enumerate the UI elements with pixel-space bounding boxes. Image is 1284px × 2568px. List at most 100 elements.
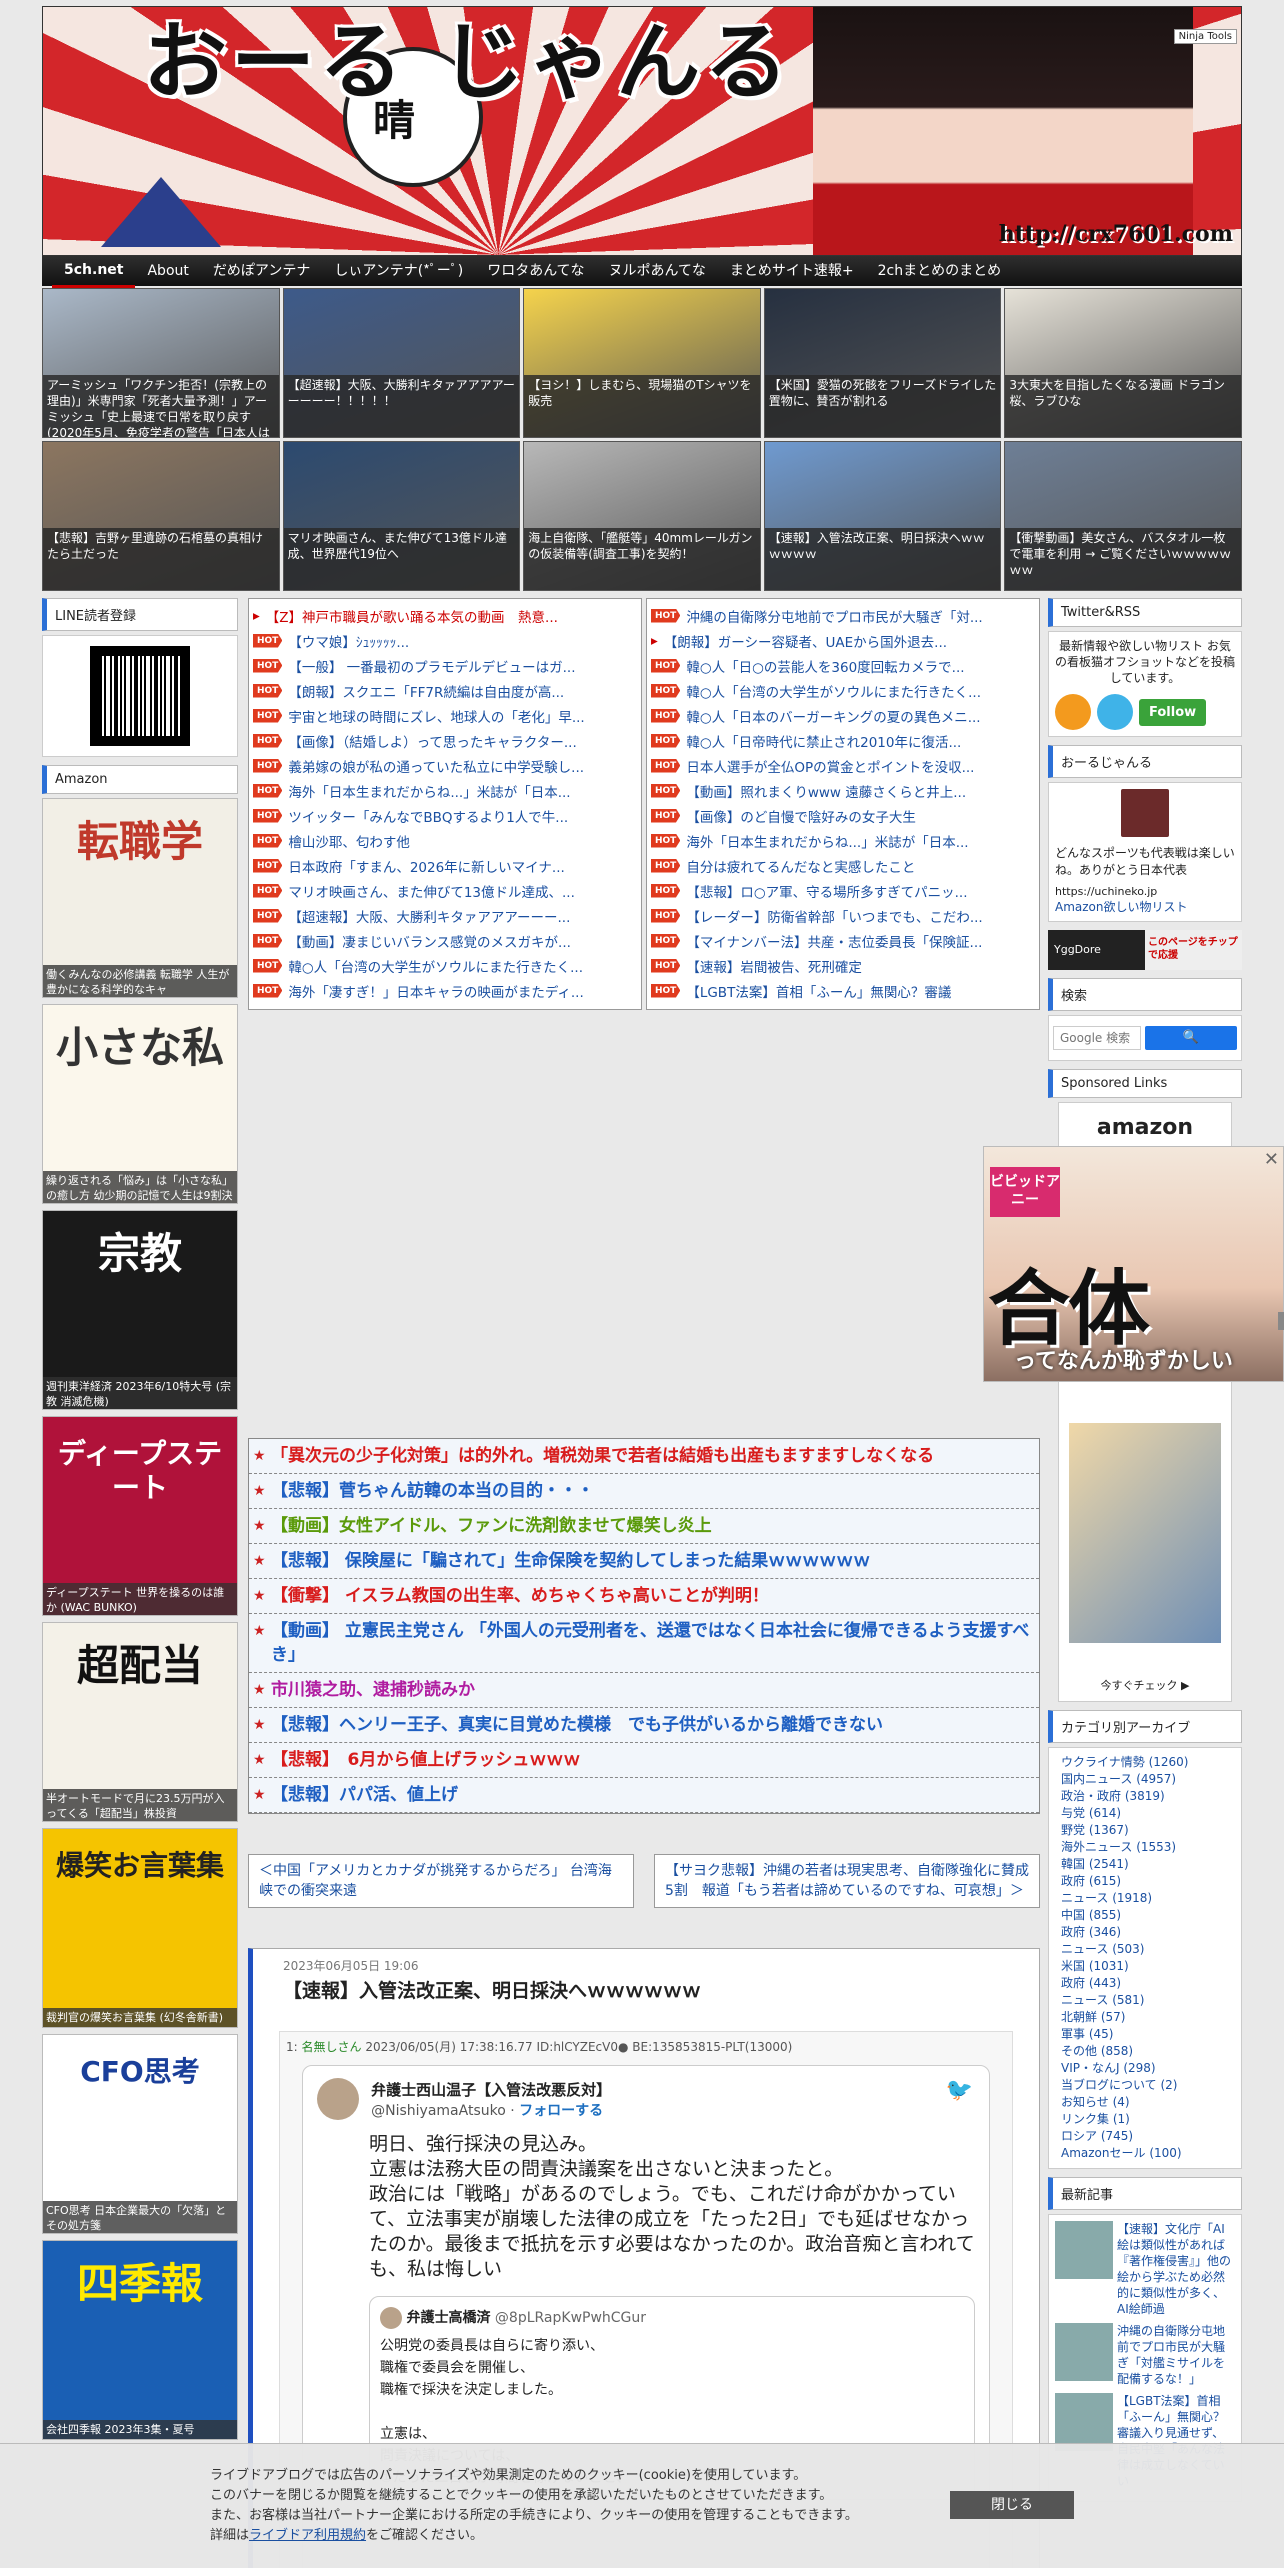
book-item[interactable]: 四季報 会社四季報 2023年3集・夏号 — [42, 2240, 238, 2440]
category-item[interactable]: Amazonセール (100) — [1055, 2145, 1235, 2162]
rss-item[interactable]: HOT 【マイナンバー法】共産・志位委員長「保険証... — [651, 928, 1035, 953]
rss-item[interactable]: HOT 【悲報】ロ○ア軍、守る場所多すぎてパニッ... — [651, 878, 1035, 903]
rss-item[interactable]: HOT 【動画】照れまくりwww 遠藤さくらと井上... — [651, 778, 1035, 803]
book-item[interactable]: CFO思考 CFO思考 日本企業最大の「欠落」とその処方箋 — [42, 2034, 238, 2234]
rss-item[interactable]: ▸ 【Z】神戸市職員が歌い踊る本気の動画 熱意... — [253, 603, 637, 628]
featured-caption[interactable]: マリオ映画さん、また伸びて13億ドル達成、世界歴代19位へ — [283, 528, 520, 590]
cookie-close-button[interactable]: 閉じる — [950, 2491, 1074, 2519]
category-item[interactable]: ニュース (503) — [1055, 1941, 1235, 1958]
category-item[interactable]: 当ブログについて (2) — [1055, 2077, 1235, 2094]
rss-item[interactable]: HOT 韓○人「台湾の大学生がソウルにまた行きたく... — [253, 953, 637, 978]
tweet-handle[interactable]: @NishiyamaAtsuko — [371, 2103, 506, 2119]
rss-item[interactable]: HOT 【速報】岩間被告、死刑確定 — [651, 953, 1035, 978]
rss-item[interactable]: HOT 海外「日本生まれだからね...」米誌が「日本... — [253, 778, 637, 803]
twitter-bird-icon[interactable]: 🐦 — [946, 2078, 973, 2103]
category-item[interactable]: 政府 (346) — [1055, 1924, 1235, 1941]
featured-caption[interactable]: 【超速報】大阪、大勝利キタァアアアアーーーーー！！！！！ — [283, 375, 520, 437]
category-item[interactable]: 海外ニュース (1553) — [1055, 1839, 1235, 1856]
book-item[interactable]: 爆笑お言葉集 裁判官の爆笑お言葉集 (幻冬舎新書) — [42, 1828, 238, 2028]
featured-caption[interactable]: 【衝撃動画】美女さん、バスタオル一枚で電車を利用 → ご覧くださいｗｗｗｗｗｗｗ — [1005, 528, 1241, 590]
recent-item[interactable]: 【速報】文化庁「AI絵は類似性があれば『著作権侵害』」他の絵から学ぶため必然的に… — [1055, 2221, 1235, 2317]
category-item[interactable]: 野党 (1367) — [1055, 1822, 1235, 1839]
featured-caption[interactable]: 【悲報】吉野ヶ里遺跡の石棺墓の真相けたら土だった — [43, 528, 279, 590]
article-title[interactable]: 【速報】入管法改正案、明日採決へｗｗｗｗｗｗ — [253, 1974, 1039, 2015]
tweet-author-name[interactable]: 弁護士西山温子【入管法改悪反対】 — [371, 2079, 611, 2100]
featured-card[interactable]: 3大東大を目指したくなる漫画 ドラゴン桜、ラブひな — [1004, 288, 1242, 438]
book-item[interactable]: 宗教 週刊東洋経済 2023年6/10特大号 (宗教 消滅危機) — [42, 1210, 238, 1410]
twitter-icon[interactable] — [1097, 694, 1133, 730]
category-item[interactable]: VIP・なんJ (298) — [1055, 2060, 1235, 2077]
category-item[interactable]: ニュース (1918) — [1055, 1890, 1235, 1907]
featured-card[interactable]: マリオ映画さん、また伸びて13億ドル達成、世界歴代19位へ — [282, 441, 521, 591]
headline-item[interactable]: 【悲報】 保険屋に「騙されて」生命保険を契約してしまった結果ｗｗｗｗｗｗ — [249, 1544, 1039, 1579]
featured-card[interactable]: 【悲報】吉野ヶ里遺跡の石棺墓の真相けたら土だった — [42, 441, 280, 591]
featured-card[interactable]: 【ヨシ！】しまむら、現場猫のTシャツを販売 — [523, 288, 761, 438]
category-item[interactable]: リンク集 (1) — [1055, 2111, 1235, 2128]
featured-card[interactable]: 【速報】入管法改正案、明日採決へｗｗｗｗｗｗ — [763, 441, 1002, 591]
headline-item[interactable]: 【悲報】ヘンリー王子、真実に目覚めた模様 でも子供がいるから離婚できない — [249, 1708, 1039, 1743]
featured-card[interactable]: 海上自衛隊、「艦艇等」40mmレールガンの仮装備等(調査工事)を契約！ — [523, 441, 761, 591]
rss-item[interactable]: HOT 檜山沙耶、匂わす他 — [253, 828, 637, 853]
nav-2ch-matome[interactable]: 2chまとめのまとめ — [866, 256, 1013, 286]
nav-damepo-antenna[interactable]: だめぽアンテナ — [201, 256, 322, 286]
book-item[interactable]: ディープステート ディープステート 世界を操るのは誰か (WAC BUNKO) — [42, 1416, 238, 1616]
follow-button[interactable]: Follow — [1139, 698, 1207, 726]
featured-caption[interactable]: 3大東大を目指したくなる漫画 ドラゴン桜、ラブひな — [1005, 375, 1241, 437]
qr-code-icon[interactable] — [84, 640, 196, 752]
headline-item[interactable]: 【悲報】パパ活、値上げ — [249, 1778, 1039, 1813]
headline-item[interactable]: 【悲報】 6月から値上げラッシュｗｗｗ — [249, 1743, 1039, 1778]
nav-5ch[interactable]: 5ch.net — [52, 255, 136, 288]
recent-item[interactable]: 沖縄の自衛隊分屯地前でプロ市民が大騒ぎ「対艦ミサイルを配備するな！」 — [1055, 2323, 1235, 2387]
book-item[interactable]: 転職学 働くみんなの必修講義 転職学 人生が豊かになる科学的なキャ — [42, 798, 238, 998]
book-item[interactable]: 超配当 半オートモードで月に23.5万円が入ってくる「超配当」株投資 — [42, 1622, 238, 1822]
category-item[interactable]: 与党 (614) — [1055, 1805, 1235, 1822]
featured-card[interactable]: 【衝撃動画】美女さん、バスタオル一枚で電車を利用 → ご覧くださいｗｗｗｗｗｗｗ — [1004, 441, 1242, 591]
rss-item[interactable]: HOT 海外「凄すぎ！」日本キャラの映画がまたディ... — [253, 978, 637, 1003]
rss-item[interactable]: HOT マリオ映画さん、また伸びて13億ドル達成、... — [253, 878, 637, 903]
follow-button[interactable]: フォローする — [519, 2103, 603, 2119]
nav-about[interactable]: About — [135, 256, 200, 286]
category-item[interactable]: ウクライナ情勢 (1260) — [1055, 1754, 1235, 1771]
rss-item[interactable]: HOT 【朗報】スクエニ「FF7R続編は自由度が高... — [253, 678, 637, 703]
rss-item[interactable]: HOT 韓○人「台湾の大学生がソウルにまた行きたく... — [651, 678, 1035, 703]
book-item[interactable]: 小さな私繰り返される「悩み」は「小さな私」の癒し方 幼少期の記憶で人生は9割決ま… — [42, 1004, 238, 1204]
rss-item[interactable]: HOT 【超速報】大阪、大勝利キタァアアアーーー... — [253, 903, 637, 928]
rss-item[interactable]: ▸ 【朗報】ガーシー容疑者、UAEから国外退去... — [651, 628, 1035, 653]
nav-shii-antenna[interactable]: しぃアンテナ(*ﾟーﾟ) — [322, 256, 475, 286]
rss-item[interactable]: HOT 韓○人「日本のバーガーキングの夏の異色メニ... — [651, 703, 1035, 728]
headline-item[interactable]: 【衝撃】 イスラム教国の出生率、めちゃくちゃ高いことが判明！ — [249, 1579, 1039, 1614]
headline-item[interactable]: 【悲報】菅ちゃん訪韓の本当の目的・・・ — [249, 1474, 1039, 1509]
profile-link-uchineko[interactable]: https://uchineko.jp — [1055, 885, 1235, 898]
category-item[interactable]: 中国 (855) — [1055, 1907, 1235, 1924]
rss-item[interactable]: HOT 【画像】のど自慢で陰好みの女子大生 — [651, 803, 1035, 828]
rss-item[interactable]: HOT 義弟嫁の娘が私の通っていた私立に中学受験し... — [253, 753, 637, 778]
popup-ad[interactable]: ビビッドアニー 合体 ってなんか恥ずかしい ✕ — [983, 1146, 1284, 1382]
rss-item[interactable]: HOT ツイッター「みんなでBBQするより1人で牛... — [253, 803, 637, 828]
headline-item[interactable]: 【動画】 立憲民主党さん 「外国人の元受刑者を、送還ではなく日本社会に復帰できる… — [249, 1614, 1039, 1673]
rss-item[interactable]: HOT 韓○人「日○の芸能人を360度回転カメラで... — [651, 653, 1035, 678]
rss-item[interactable]: HOT 沖縄の自衛隊分屯地前でプロ市民が大騒ぎ「対... — [651, 603, 1035, 628]
rss-item[interactable]: HOT 【ウマ娘】ｼｭｯｯｯｯ... — [253, 628, 637, 653]
featured-card[interactable]: アーミッシュ「ワクチン拒否！(宗教上の理由)」米専門家「死者大量予測！」アーミッ… — [42, 288, 280, 438]
terms-link[interactable]: ライブドア利用規約 — [249, 2528, 366, 2543]
featured-card[interactable]: 【超速報】大阪、大勝利キタァアアアアーーーーー！！！！！ — [282, 288, 521, 438]
rss-item[interactable]: HOT 宇宙と地球の時間にズレ、地球人の「老化」早... — [253, 703, 637, 728]
category-item[interactable]: ロシア (745) — [1055, 2128, 1235, 2145]
rss-item[interactable]: HOT 【LGBT法案】首相「ふーん」無関心？審議 — [651, 978, 1035, 1003]
site-header-banner[interactable]: 晴 おーる じゃんる Ninja Tools http://crx7601.co… — [42, 6, 1242, 256]
rss-item[interactable]: HOT 自分は疲れてるんだなと実感したこと — [651, 853, 1035, 878]
category-item[interactable]: その他 (858) — [1055, 2043, 1235, 2060]
side-tab-handle[interactable] — [1278, 1312, 1284, 1330]
featured-caption[interactable]: 【米国】愛猫の死骸をフリーズドライした置物に、賛否が割れる — [764, 375, 1001, 437]
featured-caption[interactable]: 【速報】入管法改正案、明日採決へｗｗｗｗｗｗ — [764, 528, 1001, 590]
headline-item[interactable]: 「異次元の少子化対策」は的外れ。増税効果で若者は結婚も出産もますますしなくなる — [249, 1439, 1039, 1474]
nav-matome-sokuho[interactable]: まとめサイト速報+ — [718, 256, 866, 286]
featured-caption[interactable]: 【ヨシ！】しまむら、現場猫のTシャツを販売 — [524, 375, 760, 437]
next-article-link[interactable]: 【サヨク悲報】沖縄の若者は現実思考、自衛隊強化に賛成5割 報道「もう若者は諦めて… — [654, 1854, 1040, 1908]
site-logo[interactable]: おーる じゃんる — [143, 17, 792, 107]
headline-item[interactable]: 市川猿之助、逮捕秒読みか — [249, 1673, 1039, 1708]
rss-item[interactable]: HOT 日本政府「すまん、2026年に新しいマイナ... — [253, 853, 637, 878]
yggdore-banner[interactable]: YggDore このページをチップで応援 — [1048, 930, 1242, 970]
featured-caption[interactable]: アーミッシュ「ワクチン拒否！(宗教上の理由)」米専門家「死者大量予測！」アーミッ… — [43, 375, 279, 437]
rss-item[interactable]: HOT 【画像】（結婚しよ）って思ったキャラクター... — [253, 728, 637, 753]
